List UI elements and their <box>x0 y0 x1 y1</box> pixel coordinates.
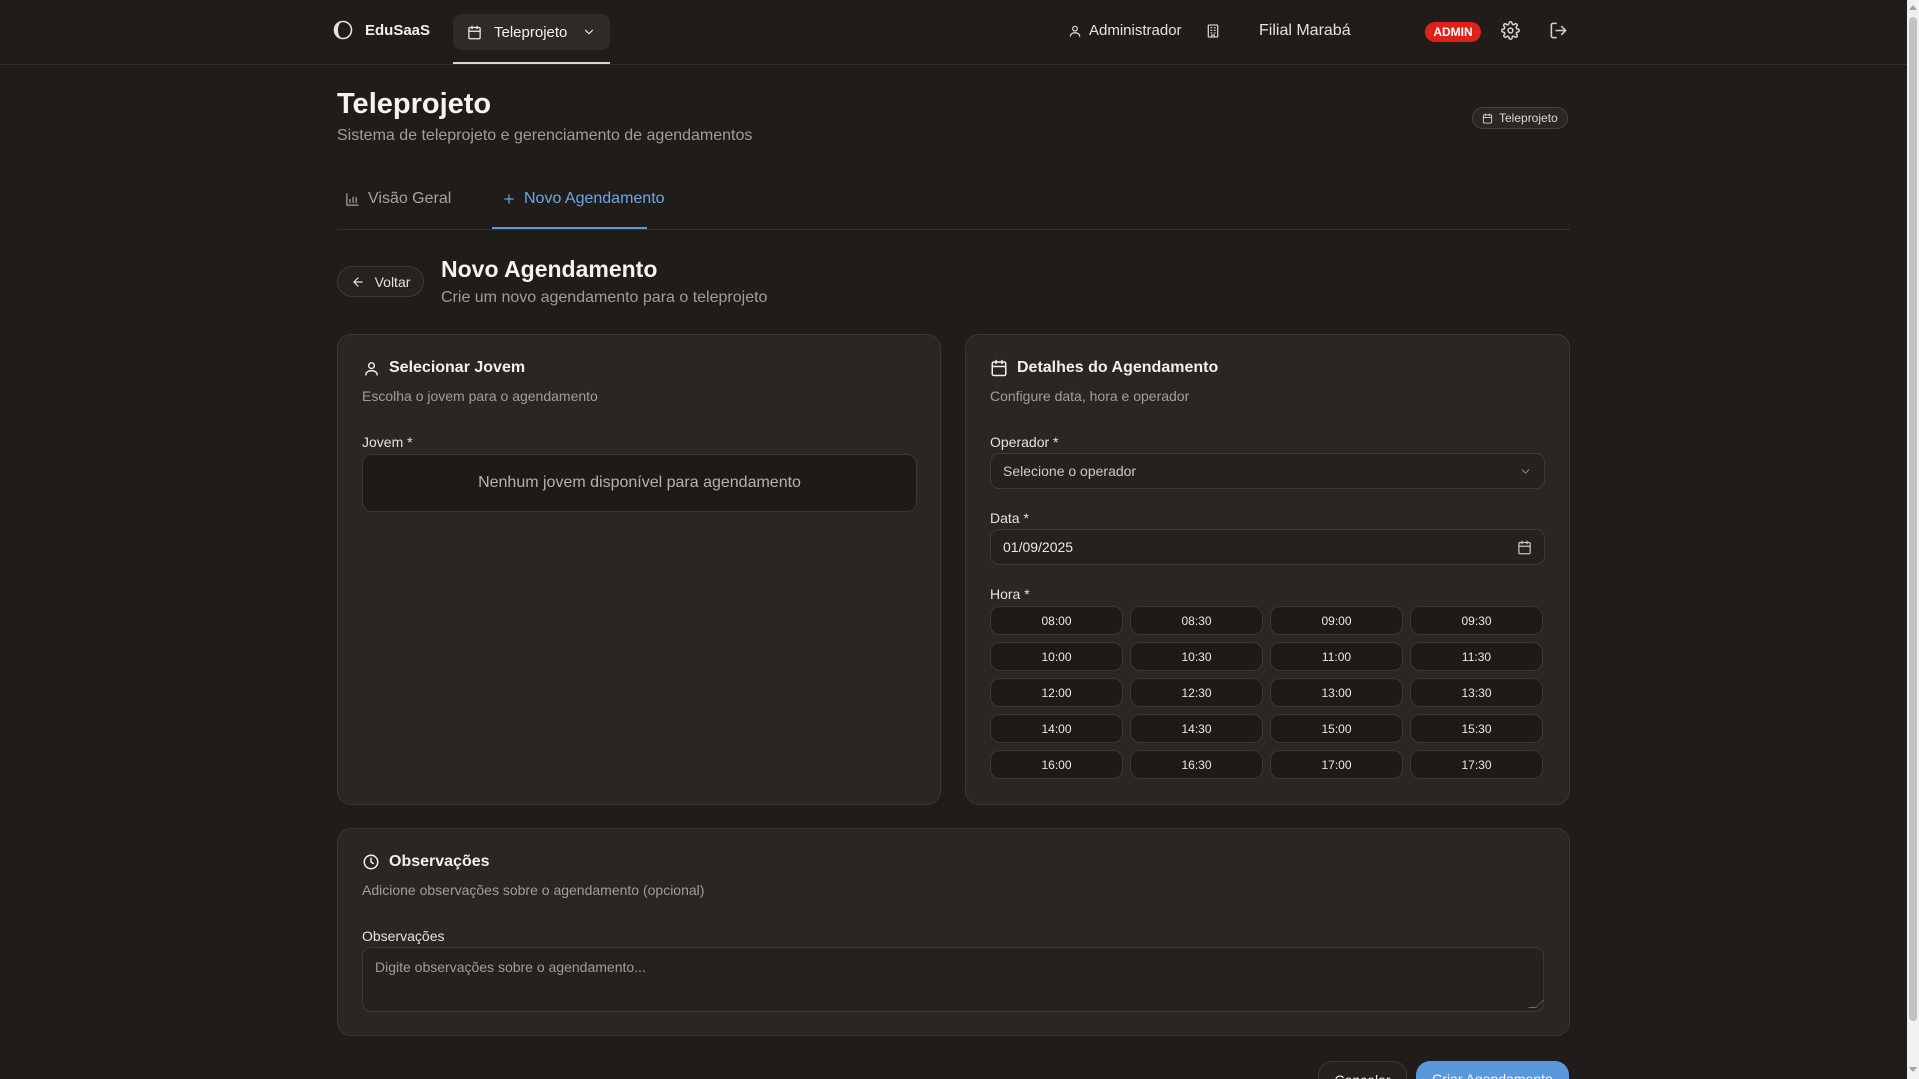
calendar-icon <box>990 359 1008 377</box>
operator-select-placeholder: Selecione o operador <box>1003 463 1137 479</box>
operator-field-label: Operador * <box>990 434 1059 450</box>
time-slot-button[interactable]: 14:30 <box>1130 714 1263 743</box>
card-description: Adicione observações sobre o agendamento… <box>362 882 705 898</box>
appointment-details-header: Detalhes do Agendamento <box>990 359 1218 377</box>
arrow-left-icon <box>351 275 365 289</box>
plus-icon <box>502 192 516 206</box>
time-slot-button[interactable]: 17:30 <box>1410 750 1543 779</box>
user-menu[interactable]: Administrador <box>1068 22 1182 39</box>
date-input[interactable]: 01/09/2025 <box>990 529 1545 565</box>
time-slot-button[interactable]: 10:00 <box>990 642 1123 671</box>
module-selector[interactable]: Teleprojeto <box>453 14 610 50</box>
section-title: Novo Agendamento <box>441 256 658 282</box>
tab-new-appointment[interactable]: Novo Agendamento <box>502 190 665 208</box>
time-slot-button[interactable]: 11:30 <box>1410 642 1543 671</box>
tab-overview[interactable]: Visão Geral <box>345 190 451 208</box>
time-slot-button[interactable]: 08:30 <box>1130 606 1263 635</box>
module-chip-label: Teleprojeto <box>1499 111 1558 125</box>
card-title: Observações <box>389 853 490 870</box>
tab-label: Visão Geral <box>368 190 452 207</box>
module-selector-label: Teleprojeto <box>494 23 568 41</box>
operator-select[interactable]: Selecione o operador <box>990 453 1545 489</box>
scrollbar-thumb[interactable] <box>1909 17 1917 1021</box>
section-subtitle: Crie um novo agendamento para o teleproj… <box>441 289 768 306</box>
notes-textarea[interactable]: Digite observações sobre o agendamento..… <box>362 947 1544 1012</box>
page-subtitle: Sistema de teleprojeto e gerenciamento d… <box>337 127 753 144</box>
select-youth-header: Selecionar Jovem <box>363 359 525 377</box>
create-appointment-button[interactable]: Criar Agendamento <box>1416 1061 1569 1079</box>
calendar-icon <box>467 25 482 40</box>
notes-field-label: Observações <box>362 928 445 944</box>
page-title: Teleprojeto <box>337 88 492 120</box>
card-title: Detalhes do Agendamento <box>1017 359 1219 376</box>
notes-placeholder: Digite observações sobre o agendamento..… <box>375 959 646 975</box>
date-field-label: Data * <box>990 510 1029 526</box>
time-field-label: Hora * <box>990 586 1030 602</box>
select-youth-card: Selecionar Jovem Escolha o jovem para o … <box>337 334 941 805</box>
time-slot-button[interactable]: 09:00 <box>1270 606 1403 635</box>
time-slot-button[interactable]: 13:30 <box>1410 678 1543 707</box>
module-chip: Teleprojeto <box>1472 107 1568 129</box>
time-slot-grid: 08:00 08:30 09:00 09:30 10:00 10:30 11:00 11:30… <box>990 606 1545 779</box>
cancel-button[interactable]: Cancelar <box>1318 1061 1407 1079</box>
calendar-icon[interactable] <box>1517 540 1532 555</box>
clock-icon <box>362 853 380 871</box>
calendar-icon <box>1482 112 1493 124</box>
time-slot-button[interactable]: 16:30 <box>1130 750 1263 779</box>
top-navigation-bar: EduSaaS Teleprojeto Administrador Filial… <box>0 0 1907 65</box>
time-slot-button[interactable]: 10:30 <box>1130 642 1263 671</box>
bar-chart-icon <box>345 192 360 207</box>
chevron-down-icon <box>1519 465 1532 478</box>
time-slot-button[interactable]: 12:30 <box>1130 678 1263 707</box>
time-slot-button[interactable]: 12:00 <box>990 678 1123 707</box>
time-slot-button[interactable]: 15:30 <box>1410 714 1543 743</box>
appointment-details-card: Detalhes do Agendamento Configure data, … <box>965 334 1570 805</box>
time-slot-button[interactable]: 15:00 <box>1270 714 1403 743</box>
gear-icon[interactable] <box>1501 21 1520 40</box>
youth-empty-state: Nenhum jovem disponível para agendamento <box>362 454 917 512</box>
chevron-down-icon <box>582 25 596 39</box>
time-slot-button[interactable]: 08:00 <box>990 606 1123 635</box>
time-slot-button[interactable]: 14:00 <box>990 714 1123 743</box>
scroll-down-arrow-icon[interactable] <box>1909 1067 1917 1072</box>
back-button[interactable]: Voltar <box>337 266 424 297</box>
tab-label: Novo Agendamento <box>524 190 665 207</box>
user-icon <box>1068 24 1082 38</box>
brand-name: EduSaaS <box>365 21 431 39</box>
youth-field-label: Jovem * <box>362 434 413 450</box>
time-slot-button[interactable]: 13:00 <box>1270 678 1403 707</box>
branch-name[interactable]: Filial Marabá <box>1259 22 1351 40</box>
page-scrollbar[interactable] <box>1907 0 1919 1079</box>
date-input-value: 01/09/2025 <box>1003 539 1074 555</box>
role-badge: ADMIN <box>1425 22 1481 42</box>
logout-icon[interactable] <box>1549 21 1568 40</box>
time-slot-button[interactable]: 17:00 <box>1270 750 1403 779</box>
time-slot-button[interactable]: 11:00 <box>1270 642 1403 671</box>
card-description: Configure data, hora e operador <box>990 388 1190 404</box>
building-icon[interactable] <box>1205 23 1221 39</box>
time-slot-button[interactable]: 16:00 <box>990 750 1123 779</box>
user-icon <box>363 360 380 377</box>
module-active-indicator <box>453 62 610 64</box>
card-description: Escolha o jovem para o agendamento <box>362 388 598 404</box>
card-title: Selecionar Jovem <box>389 359 526 376</box>
notes-header: Observações <box>362 853 490 871</box>
back-button-label: Voltar <box>374 273 411 290</box>
scroll-up-arrow-icon[interactable] <box>1909 5 1917 10</box>
brand[interactable]: EduSaaS <box>333 20 430 40</box>
notes-card: Observações Adicione observações sobre o… <box>337 828 1570 1036</box>
time-slot-button[interactable]: 09:30 <box>1410 606 1543 635</box>
tab-active-indicator <box>492 227 647 229</box>
user-name: Administrador <box>1089 22 1182 39</box>
tab-bar: Visão Geral Novo Agendamento <box>337 178 1570 230</box>
brand-logo-icon <box>333 20 353 40</box>
resize-handle-icon[interactable] <box>1528 1000 1544 1008</box>
